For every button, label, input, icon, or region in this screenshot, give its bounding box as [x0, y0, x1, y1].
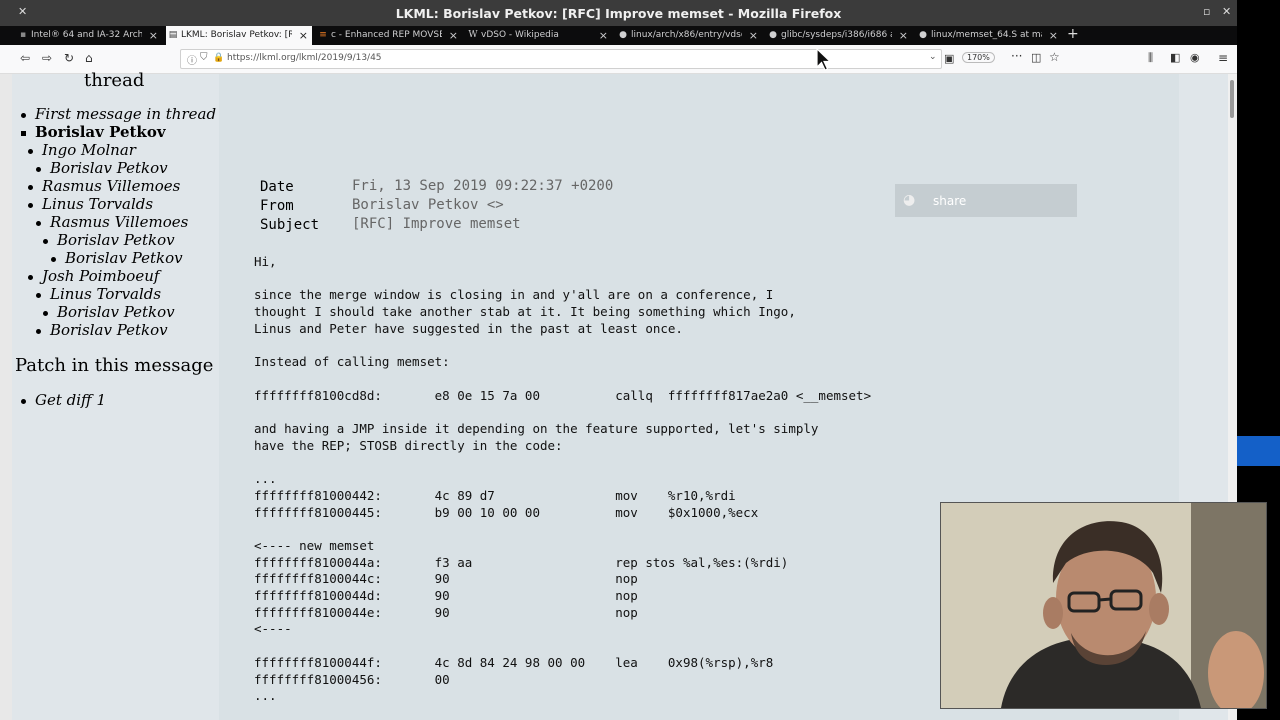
- reddit-icon: ◕: [903, 192, 916, 208]
- bullet-icon: [21, 131, 26, 136]
- thread-item[interactable]: Linus Torvalds: [42, 195, 153, 213]
- close-tab-icon[interactable]: ×: [149, 29, 158, 42]
- thread-item[interactable]: Borislav Petkov: [50, 321, 168, 339]
- bullet-icon: [36, 221, 41, 226]
- title-bar: ✕ LKML: Borislav Petkov: [RFC] Improve m…: [0, 0, 1237, 26]
- get-diff-link[interactable]: Get diff 1: [35, 391, 106, 409]
- github-favicon: ●: [919, 30, 927, 40]
- chevron-down-icon[interactable]: ⌄: [929, 52, 937, 62]
- thread-item[interactable]: Borislav Petkov: [57, 231, 175, 249]
- tracking-shield-icon[interactable]: ⛉: [200, 52, 208, 63]
- bookmark-star-icon[interactable]: ☆: [1049, 50, 1060, 64]
- background-window: [1237, 436, 1280, 466]
- close-tab-icon[interactable]: ×: [749, 29, 758, 42]
- webcam-overlay: [940, 502, 1267, 709]
- thread-item[interactable]: Josh Poimboeuf: [42, 267, 159, 285]
- close-tab-icon[interactable]: ×: [449, 29, 458, 42]
- window-title: LKML: Borislav Petkov: [RFC] Improve mem…: [395, 6, 842, 21]
- pocket-icon[interactable]: ◫: [1031, 51, 1041, 64]
- bullet-icon: [21, 113, 26, 118]
- tab-github-glibc[interactable]: ● glibc/sysdeps/i386/i686 a ×: [766, 26, 912, 45]
- thread-sidebar: thread First message in thread Borislav …: [12, 70, 219, 720]
- patch-header: Patch in this message: [15, 355, 214, 376]
- library-icon[interactable]: ⫼: [1148, 51, 1153, 65]
- bullet-icon: [43, 239, 48, 244]
- tab-bar: ▪ Intel® 64 and IA-32 Archi × ▤ LKML: Bo…: [0, 26, 1237, 45]
- tab-label: linux/arch/x86/entry/vdso: [631, 30, 742, 40]
- share-label: share: [933, 194, 967, 208]
- tab-github-vdso[interactable]: ● linux/arch/x86/entry/vdso ×: [616, 26, 762, 45]
- back-icon[interactable]: ⇦: [20, 51, 30, 65]
- bullet-icon: [36, 329, 41, 334]
- thread-item[interactable]: Ingo Molnar: [42, 141, 136, 159]
- account-icon[interactable]: ◉: [1190, 51, 1200, 64]
- from-value: Borislav Petkov <>: [352, 197, 504, 213]
- tab-label: LKML: Borislav Petkov: [R: [181, 30, 292, 40]
- tab-lkml[interactable]: ▤ LKML: Borislav Petkov: [R ×: [166, 26, 312, 45]
- close-tab-icon[interactable]: ×: [1049, 29, 1058, 42]
- tab-intel[interactable]: ▪ Intel® 64 and IA-32 Archi ×: [16, 26, 162, 45]
- maximize-icon[interactable]: ▫: [1203, 5, 1210, 18]
- close-tab-icon[interactable]: ×: [599, 29, 608, 42]
- bullet-icon: [36, 167, 41, 172]
- thread-item[interactable]: Borislav Petkov: [50, 159, 168, 177]
- stackoverflow-favicon: ≡: [319, 30, 327, 40]
- reader-mode-icon[interactable]: ▣: [944, 52, 954, 65]
- close-window-icon[interactable]: ✕: [1222, 5, 1231, 18]
- thread-item[interactable]: First message in thread: [35, 105, 216, 123]
- home-icon[interactable]: ⌂: [85, 51, 93, 65]
- wikipedia-favicon: W: [468, 30, 478, 40]
- forward-icon[interactable]: ⇨: [42, 51, 52, 65]
- from-label: From: [260, 198, 294, 214]
- tab-label: c - Enhanced REP MOVSB: [331, 30, 442, 40]
- scrollbar-thumb[interactable]: [1230, 80, 1234, 118]
- intel-favicon: ▪: [19, 30, 27, 40]
- bullet-icon: [28, 203, 33, 208]
- tab-label: Intel® 64 and IA-32 Archi: [31, 30, 142, 40]
- info-icon[interactable]: ⓘ: [187, 52, 197, 67]
- new-tab-icon[interactable]: +: [1067, 26, 1079, 42]
- menu-icon[interactable]: ≡: [1218, 51, 1228, 65]
- lock-icon[interactable]: 🔒: [213, 53, 224, 63]
- tab-label: glibc/sysdeps/i386/i686 a: [781, 30, 892, 40]
- bullet-icon: [28, 149, 33, 154]
- tab-label: linux/memset_64.S at ma: [931, 30, 1042, 40]
- close-tab-icon[interactable]: ×: [899, 29, 908, 42]
- bullet-icon: [43, 311, 48, 316]
- message-body: Hi, since the merge window is closing in…: [254, 254, 872, 704]
- github-favicon: ●: [619, 30, 627, 40]
- sidebar-toggle-icon[interactable]: ◧: [1170, 51, 1180, 64]
- subject-value: [RFC] Improve memset: [352, 216, 521, 232]
- page-actions-icon[interactable]: ···: [1011, 49, 1022, 63]
- tab-stackoverflow[interactable]: ≡ c - Enhanced REP MOVSB ×: [316, 26, 462, 45]
- github-favicon: ●: [769, 30, 777, 40]
- bullet-icon: [21, 399, 26, 404]
- thread-item[interactable]: Borislav Petkov: [57, 303, 175, 321]
- tab-label: vDSO - Wikipedia: [481, 30, 559, 40]
- presenter-video-icon: [941, 503, 1266, 708]
- thread-header: thread: [84, 70, 145, 91]
- thread-item[interactable]: Borislav Petkov: [65, 249, 183, 267]
- thread-item[interactable]: Rasmus Villemoes: [42, 177, 180, 195]
- close-tab-icon[interactable]: ×: [299, 29, 308, 42]
- bullet-icon: [51, 257, 56, 262]
- date-value: Fri, 13 Sep 2019 09:22:37 +0200: [352, 178, 614, 194]
- thread-item[interactable]: Linus Torvalds: [50, 285, 161, 303]
- tab-github-memset[interactable]: ● linux/memset_64.S at ma ×: [916, 26, 1062, 45]
- date-label: Date: [260, 179, 294, 195]
- zoom-level[interactable]: 170%: [962, 52, 995, 63]
- mouse-cursor-icon: [816, 48, 832, 71]
- tab-wikipedia[interactable]: W vDSO - Wikipedia ×: [466, 26, 612, 45]
- nav-bar: ⇦ ⇨ ↻ ⌂ ⓘ ⛉ 🔒 https://lkml.org/lkml/2019…: [0, 45, 1237, 74]
- bullet-icon: [36, 293, 41, 298]
- reload-icon[interactable]: ↻: [64, 51, 74, 65]
- bullet-icon: [28, 185, 33, 190]
- subject-label: Subject: [260, 217, 320, 233]
- share-button[interactable]: ◕ share: [895, 184, 1077, 217]
- url-text[interactable]: https://lkml.org/lkml/2019/9/13/45: [227, 53, 382, 63]
- thread-item-current: Borislav Petkov: [35, 123, 166, 141]
- lkml-favicon: ▤: [168, 30, 178, 40]
- bullet-icon: [28, 275, 33, 280]
- thread-item[interactable]: Rasmus Villemoes: [50, 213, 188, 231]
